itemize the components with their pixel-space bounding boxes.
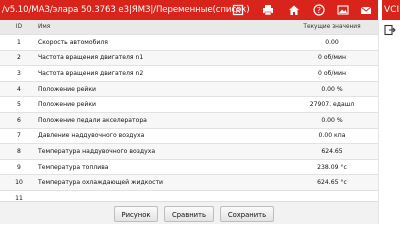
table-row[interactable]: 2 Частота вращения двигателя n1 0 об/мин (0, 50, 378, 67)
row-name: Положение рейки (38, 101, 97, 109)
column-header-id: ID (15, 24, 23, 30)
action-bar: Рисунок Сравнить Сохранить (0, 201, 378, 224)
row-value: 624.65 (321, 147, 343, 155)
table-row[interactable]: 9 Температура топлива 238.09 °c (0, 160, 378, 176)
row-name: Давление наддувочного воздуха (38, 132, 145, 140)
row-name: Температура охлаждающей жидкости (38, 179, 163, 187)
row-value: 0 об/мин (318, 69, 346, 77)
compare-button[interactable]: Сравнить (164, 206, 214, 222)
svg-text:R: R (236, 7, 241, 15)
row-name: Положение рейки (38, 85, 97, 93)
row-name: Температура топлива (38, 163, 109, 171)
row-id: 5 (17, 101, 21, 109)
row-name: Скорость автомобиля (38, 38, 108, 46)
table-row[interactable]: 8 Температура наддувочного воздуха 624.6… (0, 144, 378, 160)
right-sidebar (378, 20, 400, 224)
table-row[interactable]: 3 Частота вращения двигателя n2 0 об/мин (0, 66, 378, 82)
image-icon[interactable] (337, 4, 349, 16)
table-row[interactable]: 7 Давление наддувочного воздуха 0.00 кпа (0, 129, 378, 145)
column-header-name: Имя (38, 24, 51, 30)
row-value: 0 об/мин (318, 54, 346, 62)
row-value: 238.09 °c (317, 163, 347, 171)
report-icon[interactable]: R (232, 4, 244, 16)
row-name: Частота вращения двигателя n1 (38, 54, 144, 62)
row-id: 4 (17, 85, 21, 93)
print-icon[interactable] (262, 4, 274, 16)
table-row[interactable]: 1 Скорость автомобиля 0.00 (0, 35, 378, 51)
table-header: ID Имя Текущие значения (0, 20, 378, 35)
table-row[interactable]: 4 Положение рейки 0.00 % (0, 81, 378, 98)
breadcrumb-title: /v5.10/МАЗ/элара 50.3763 е3|ЯМЗ|/Перемен… (2, 5, 250, 15)
row-id: 6 (17, 116, 21, 124)
row-name: Температура наддувочного воздуха (38, 147, 156, 155)
row-name: Положение педали акселератора (38, 116, 147, 124)
row-id: 7 (17, 132, 21, 140)
row-id: 8 (17, 147, 21, 155)
row-id: 9 (17, 163, 21, 171)
table-row[interactable]: 10 Температура охлаждающей жидкости 624.… (0, 175, 378, 191)
help-icon[interactable]: ? (313, 4, 325, 16)
vci-status[interactable]: VCI (382, 0, 400, 20)
row-id: 10 (15, 179, 23, 187)
row-name: Частота вращения двигателя n2 (38, 69, 144, 77)
row-value: 0.00 кпа (318, 132, 346, 140)
column-header-value: Текущие значения (303, 24, 361, 30)
row-value: 624.65 °c (317, 179, 347, 187)
save-button[interactable]: Сохранить (220, 206, 274, 222)
variables-table: ID Имя Текущие значения 1 Скорость автом… (0, 20, 378, 207)
row-id: 3 (17, 69, 21, 77)
graph-button[interactable]: Рисунок (114, 206, 158, 222)
title-bar: /v5.10/МАЗ/элара 50.3763 е3|ЯМЗ|/Перемен… (0, 0, 378, 20)
home-icon[interactable] (288, 4, 300, 16)
row-id: 1 (17, 38, 21, 46)
row-value: 27907. едашл (309, 101, 355, 109)
row-value: 0.00 % (321, 116, 343, 124)
row-id: 2 (17, 54, 21, 62)
table-row[interactable]: 6 Положение педали акселератора 0.00 % (0, 112, 378, 129)
row-value: 0.00 % (321, 85, 343, 93)
mail-icon[interactable] (360, 4, 372, 16)
svg-text:?: ? (317, 6, 321, 15)
row-value: 0.00 (325, 38, 339, 46)
exit-icon[interactable] (384, 24, 396, 36)
table-row[interactable]: 5 Положение рейки 27907. едашл (0, 97, 378, 113)
